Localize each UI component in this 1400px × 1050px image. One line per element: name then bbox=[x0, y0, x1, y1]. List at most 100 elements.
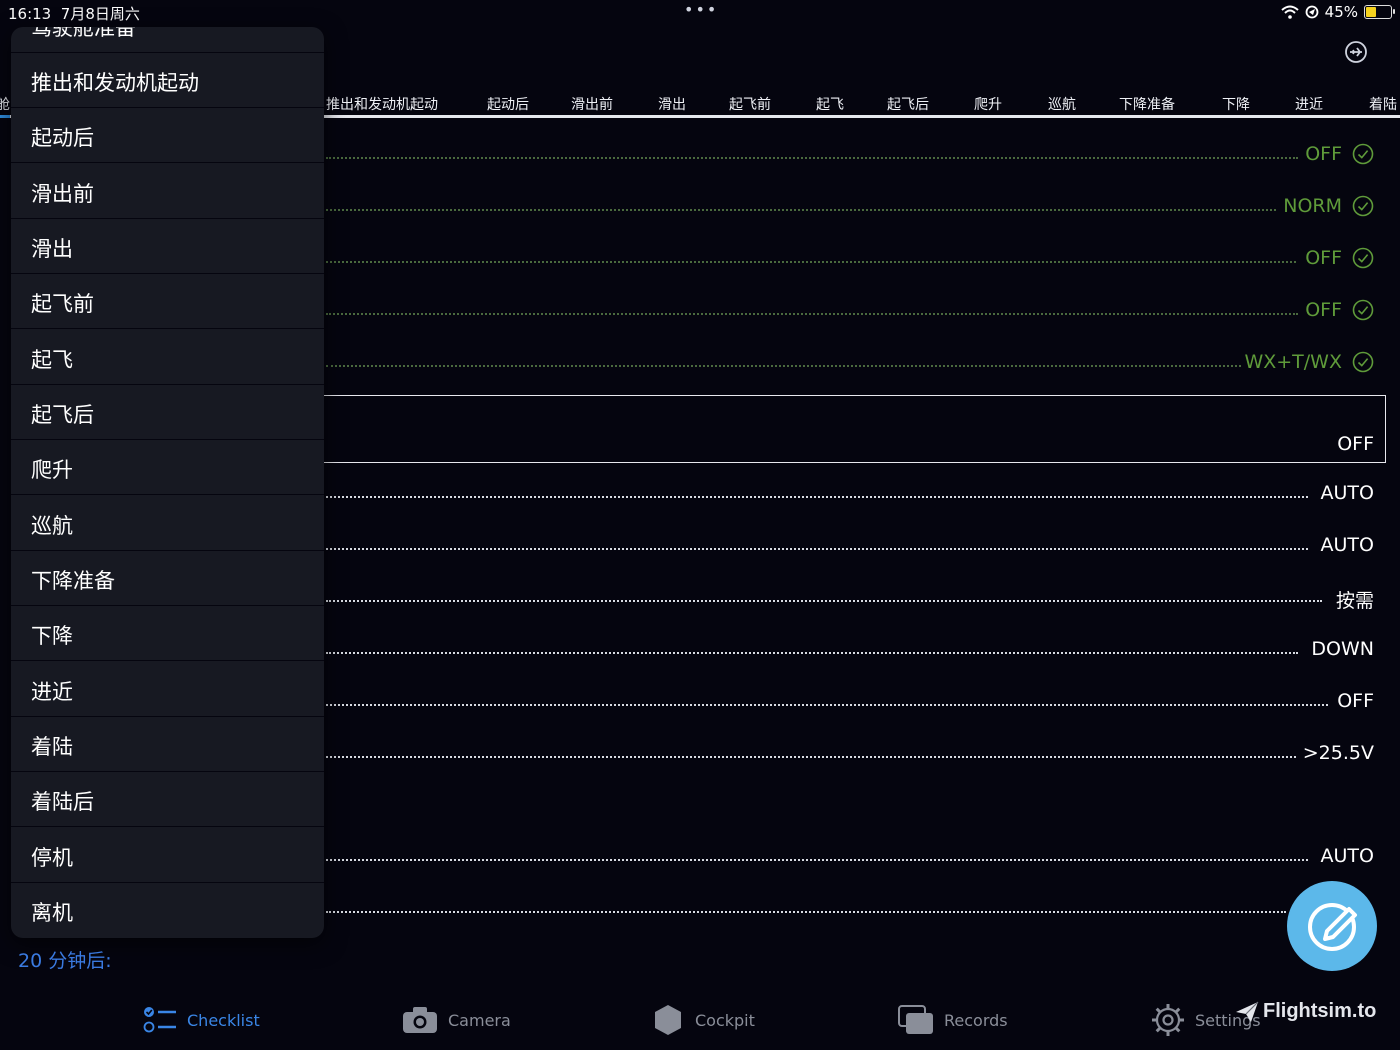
dotted-leader bbox=[326, 209, 1276, 211]
tab-selected-indicator bbox=[0, 115, 10, 118]
row-value: NORM bbox=[1283, 195, 1342, 217]
records-icon bbox=[898, 1005, 933, 1034]
row-value: DOWN bbox=[1311, 638, 1374, 660]
tab-after-start[interactable]: 起动后 bbox=[487, 94, 529, 114]
tab-cockpit-prep[interactable]: 舱 bbox=[0, 94, 10, 114]
tab-landing[interactable]: 着陆 bbox=[1369, 94, 1397, 114]
battery-icon bbox=[1364, 5, 1395, 19]
tab-descent-prep[interactable]: 下降准备 bbox=[1119, 94, 1175, 114]
checklist-row[interactable]: OFF bbox=[326, 289, 1376, 329]
checklist-row[interactable]: AUTO bbox=[326, 835, 1376, 875]
menu-item-after-takeoff[interactable]: 起飞后 bbox=[11, 386, 324, 440]
row-value: AUTO bbox=[1320, 534, 1374, 556]
current-checklist-item[interactable] bbox=[324, 395, 1386, 463]
tab-descent[interactable]: 下降 bbox=[1222, 94, 1250, 114]
menu-item-label: 着陆 bbox=[31, 735, 73, 759]
tab-takeoff[interactable]: 起飞 bbox=[816, 94, 844, 114]
menu-item-descent-prep[interactable]: 下降准备 bbox=[11, 552, 324, 606]
checklist-row[interactable]: 按需 bbox=[326, 576, 1376, 616]
bottom-tab-camera[interactable]: Camera bbox=[402, 1002, 511, 1038]
tab-pushback-start[interactable]: 推出和发动机起动 bbox=[326, 94, 438, 114]
dotted-leader bbox=[326, 313, 1298, 315]
tab-climb[interactable]: 爬升 bbox=[974, 94, 1002, 114]
dotted-leader bbox=[326, 756, 1296, 758]
bottom-tab-cockpit[interactable]: Cockpit bbox=[651, 1002, 755, 1038]
current-item-value: OFF bbox=[1337, 433, 1374, 455]
dotted-leader bbox=[326, 911, 1286, 913]
row-value: >25.5V bbox=[1302, 742, 1374, 764]
edit-icon bbox=[1308, 903, 1357, 951]
checklist-row[interactable]: DOWN bbox=[326, 628, 1376, 668]
tab-after-takeoff[interactable]: 起飞后 bbox=[887, 94, 929, 114]
menu-item-leaving[interactable]: 离机 bbox=[11, 884, 324, 938]
gear-icon bbox=[1152, 1004, 1184, 1036]
menu-item-pushback-start[interactable]: 推出和发动机起动 bbox=[11, 54, 324, 108]
menu-item-label: 起飞 bbox=[31, 348, 73, 372]
tab-approach[interactable]: 进近 bbox=[1295, 94, 1323, 114]
status-right: 45% bbox=[1280, 3, 1395, 21]
menu-item-parking[interactable]: 停机 bbox=[11, 829, 324, 883]
menu-item-after-start[interactable]: 起动后 bbox=[11, 109, 324, 163]
multitasking-dots[interactable]: ••• bbox=[684, 0, 718, 19]
wifi-icon bbox=[1280, 5, 1299, 19]
tab-before-takeoff[interactable]: 起飞前 bbox=[729, 94, 771, 114]
cockpit-icon bbox=[655, 1005, 681, 1035]
menu-item-label: 起飞后 bbox=[31, 403, 94, 427]
checklist-row[interactable]: WX+T/WX bbox=[326, 341, 1376, 381]
timer-label: 20 分钟后: bbox=[18, 950, 112, 972]
watermark-text: Flightsim.to bbox=[1263, 1000, 1377, 1022]
bottom-tab-checklist[interactable]: Checklist bbox=[143, 1002, 260, 1038]
checklist-row[interactable]: OFF bbox=[326, 680, 1376, 720]
checklist-row[interactable]: OFF bbox=[326, 237, 1376, 277]
checklist-row[interactable]: OFF bbox=[326, 133, 1376, 173]
checklist-row[interactable]: NORM bbox=[326, 185, 1376, 225]
row-value: OFF bbox=[1305, 143, 1342, 165]
menu-item-before-takeoff[interactable]: 起飞前 bbox=[11, 275, 324, 329]
tab-taxi[interactable]: 滑出 bbox=[658, 94, 686, 114]
menu-item-after-landing[interactable]: 着陆后 bbox=[11, 773, 324, 827]
location-lock-icon bbox=[1305, 5, 1319, 19]
checklist-row[interactable]: AUTO bbox=[326, 524, 1376, 564]
menu-item-descent[interactable]: 下降 bbox=[11, 607, 324, 661]
menu-item-landing[interactable]: 着陆 bbox=[11, 718, 324, 772]
dotted-leader bbox=[326, 652, 1298, 654]
menu-item-label: 起动后 bbox=[31, 126, 94, 150]
menu-item-label: 推出和发动机起动 bbox=[31, 71, 199, 95]
row-value: AUTO bbox=[1320, 482, 1374, 504]
menu-item-approach[interactable]: 进近 bbox=[11, 663, 324, 717]
menu-item-label: 离机 bbox=[31, 901, 73, 925]
dotted-leader bbox=[326, 157, 1298, 159]
checklist-row[interactable] bbox=[326, 887, 1376, 927]
menu-item-label: 下降准备 bbox=[31, 569, 115, 593]
row-value: OFF bbox=[1337, 690, 1374, 712]
airplane-mode-icon[interactable] bbox=[1344, 40, 1368, 64]
checklist-row[interactable]: >25.5V bbox=[326, 732, 1376, 772]
menu-item-label: 停机 bbox=[31, 846, 73, 870]
menu-item-label: 巡航 bbox=[31, 514, 73, 538]
tab-cruise[interactable]: 巡航 bbox=[1048, 94, 1076, 114]
dotted-leader bbox=[326, 704, 1328, 706]
menu-item-label: 进近 bbox=[31, 680, 73, 704]
dotted-leader bbox=[326, 365, 1241, 367]
tab-before-taxi[interactable]: 滑出前 bbox=[571, 94, 613, 114]
check-circle-icon bbox=[1352, 351, 1374, 373]
menu-item-cruise[interactable]: 巡航 bbox=[11, 497, 324, 551]
menu-item-cockpit-prep[interactable]: 驾驶舱准备 bbox=[11, 27, 324, 53]
paper-plane-icon bbox=[1236, 1001, 1259, 1022]
row-value: AUTO bbox=[1320, 845, 1374, 867]
dotted-leader bbox=[326, 261, 1296, 263]
bottom-tab-records[interactable]: Records bbox=[898, 1002, 1008, 1038]
menu-item-climb[interactable]: 爬升 bbox=[11, 441, 324, 495]
row-value: WX+T/WX bbox=[1244, 351, 1342, 373]
menu-item-taxi[interactable]: 滑出 bbox=[11, 220, 324, 274]
bottom-tab-label: Records bbox=[944, 1010, 1008, 1030]
edit-fab-button[interactable] bbox=[1287, 881, 1377, 971]
battery-fill bbox=[1366, 7, 1376, 17]
dotted-leader bbox=[326, 496, 1308, 498]
checklist-row[interactable]: AUTO bbox=[326, 472, 1376, 512]
menu-item-label: 滑出 bbox=[31, 237, 73, 261]
menu-item-takeoff[interactable]: 起飞 bbox=[11, 331, 324, 385]
camera-icon bbox=[403, 1007, 437, 1033]
menu-item-before-taxi[interactable]: 滑出前 bbox=[11, 165, 324, 219]
menu-item-label: 下降 bbox=[31, 624, 73, 648]
